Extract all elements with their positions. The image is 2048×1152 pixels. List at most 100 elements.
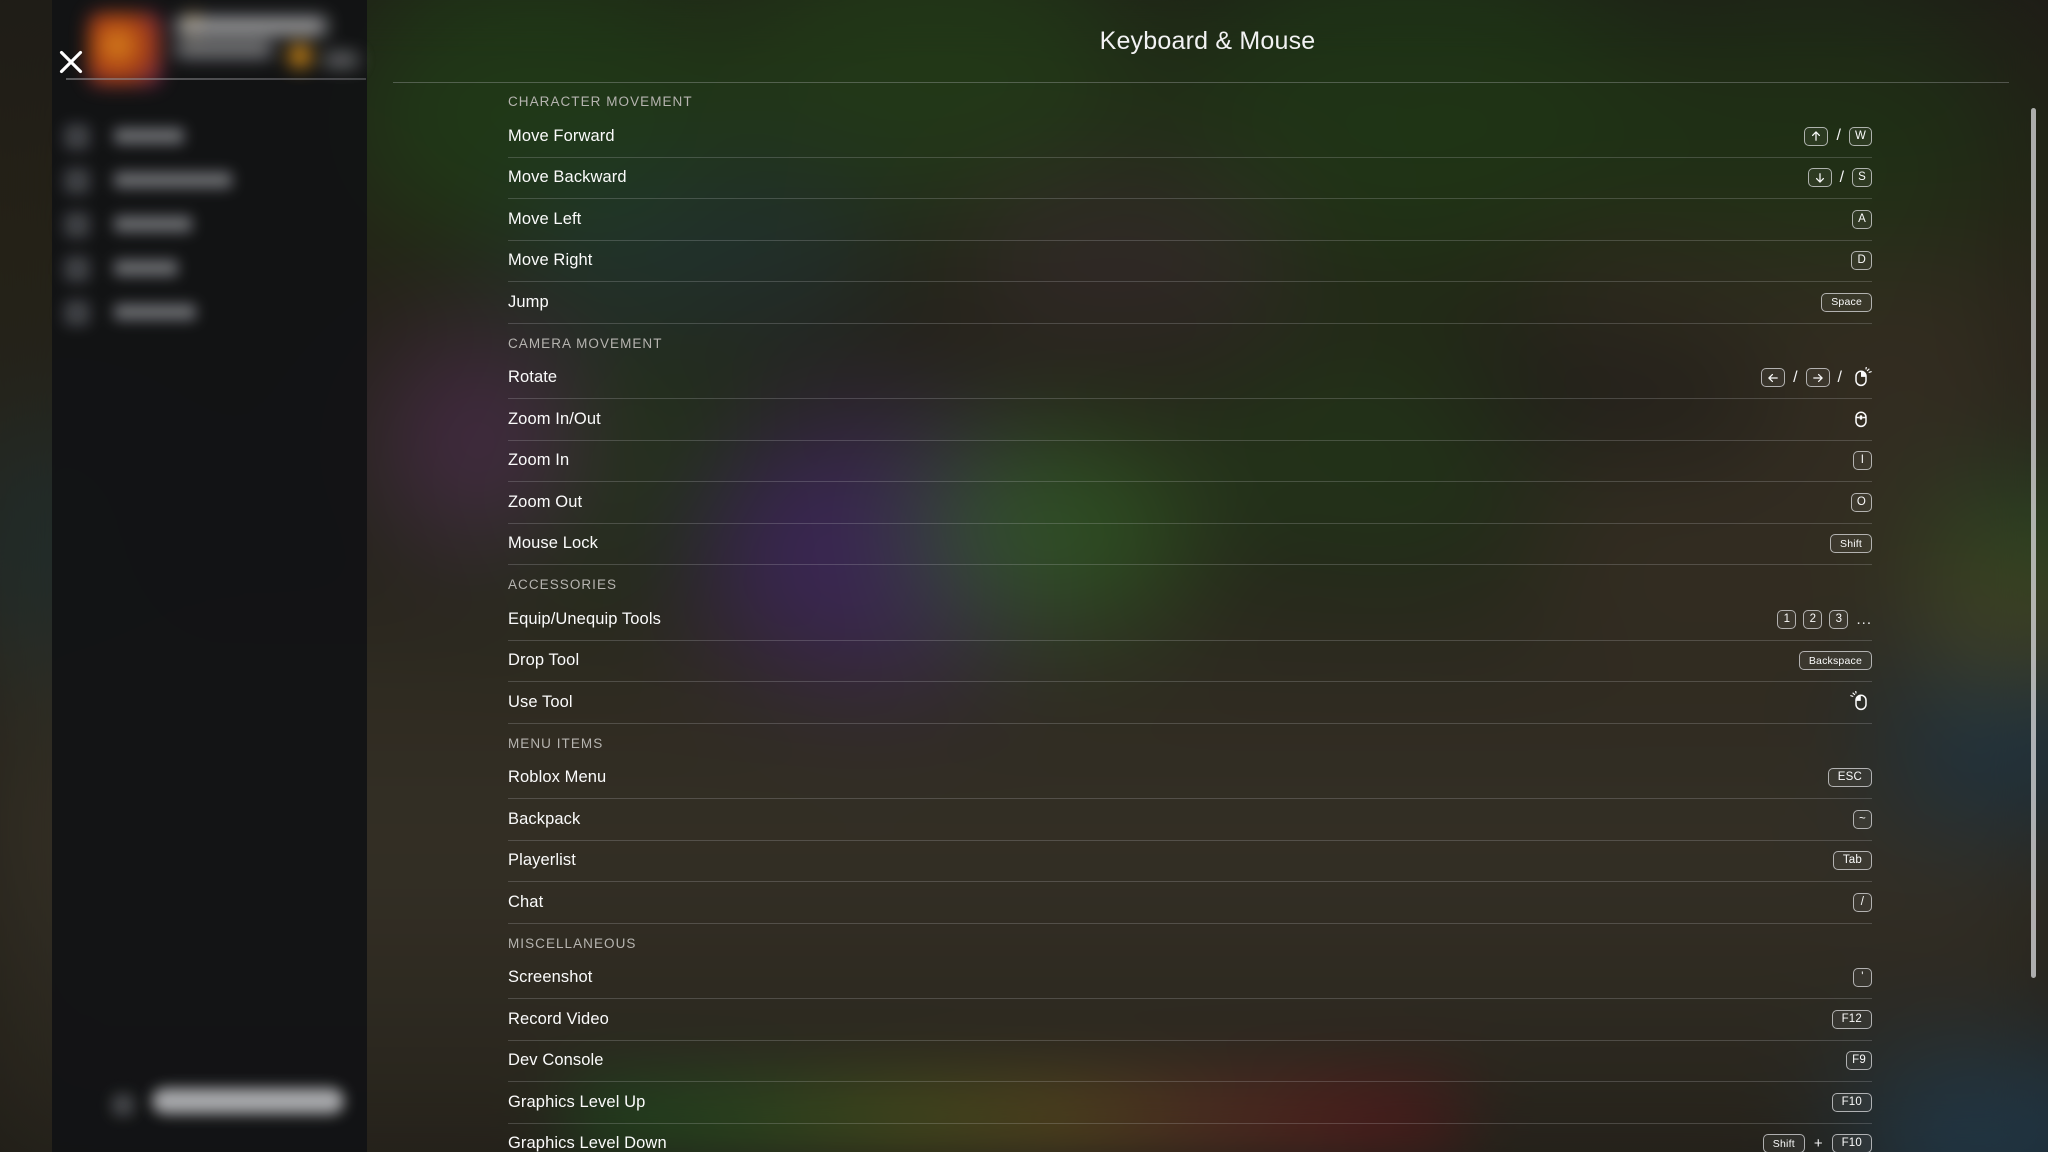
- keybind-keys: ESC: [1827, 758, 1872, 799]
- keybind-label: Drop Tool: [508, 651, 580, 670]
- keybind-row[interactable]: Chat /: [508, 882, 1872, 924]
- keybind-label: Zoom In: [508, 451, 570, 470]
- keybind-row[interactable]: Roblox Menu ESC: [508, 758, 1872, 799]
- sidebar-item-3[interactable]: [52, 203, 367, 247]
- key-badge: D: [1851, 251, 1872, 271]
- key-badge: /: [1853, 892, 1872, 912]
- sidebar-divider: [66, 78, 366, 80]
- keybind-keys: Shift + F10: [1762, 1124, 1872, 1152]
- keybind-row[interactable]: Use Tool: [508, 682, 1872, 724]
- section-heading: CHARACTER MOVEMENT: [508, 94, 693, 109]
- keybind-row[interactable]: Dev Console F9: [508, 1041, 1872, 1082]
- keybind-row[interactable]: Zoom In I: [508, 441, 1872, 482]
- mouse-scroll-wheel-icon: [1850, 408, 1872, 430]
- keybind-keys: Tab: [1832, 841, 1872, 882]
- key-badge: S: [1852, 168, 1872, 188]
- sidebar-item-5[interactable]: [52, 291, 367, 335]
- scrollbar-track[interactable]: [2031, 88, 2036, 1142]
- keybind-keys: D: [1851, 241, 1872, 282]
- key-badge: O: [1850, 492, 1872, 512]
- keybind-row[interactable]: Move Right D: [508, 241, 1872, 282]
- key-badge: Shift: [1762, 1134, 1805, 1152]
- game-info-card[interactable]: [52, 0, 367, 100]
- section-heading: CAMERA MOVEMENT: [508, 335, 663, 351]
- key-badge: W: [1848, 126, 1872, 146]
- keybind-keys: Space: [1821, 282, 1872, 323]
- keybind-label: Graphics Level Down: [508, 1134, 667, 1152]
- game-thumbnail: [88, 12, 162, 86]
- keyboard-mouse-panel: Keyboard & Mouse CHARACTER MOVEMENT Move …: [367, 0, 2048, 1152]
- keybind-row[interactable]: Drop Tool Backspace: [508, 641, 1872, 682]
- keybind-label: Chat: [508, 892, 544, 911]
- sidebar-item-2[interactable]: [52, 159, 367, 203]
- keybind-keys: / S: [1807, 158, 1872, 199]
- key-badge-arrow-right: [1805, 368, 1830, 388]
- keybind-label: Jump: [508, 292, 549, 311]
- section-heading: ACCESSORIES: [508, 577, 618, 592]
- key-badge-arrow-left: [1761, 368, 1786, 388]
- sidebar-footer-icon: [112, 1094, 134, 1116]
- game-currency-icon: [288, 44, 312, 68]
- keybind-row[interactable]: Move Forward / W: [508, 116, 1872, 158]
- keybind-keys: [1850, 682, 1872, 723]
- sidebar: [52, 0, 367, 1152]
- key-badge: 3: [1829, 609, 1849, 629]
- key-badge: 2: [1803, 609, 1823, 629]
- keybind-row[interactable]: Zoom Out O: [508, 482, 1872, 524]
- sidebar-item-4[interactable]: [52, 247, 367, 291]
- keybind-row[interactable]: Jump Space: [508, 282, 1872, 324]
- keybind-row[interactable]: Equip/Unequip Tools 1 2 3...: [508, 599, 1872, 641]
- sidebar-item-1-icon: [64, 124, 90, 150]
- keybind-keys: ': [1853, 958, 1872, 999]
- key-badge-arrow-up: [1804, 126, 1829, 146]
- keybind-row[interactable]: Rotate / /: [508, 358, 1872, 399]
- game-stat-text: [324, 54, 358, 66]
- keybind-label: Backpack: [508, 809, 581, 828]
- key-badge: Tab: [1832, 851, 1872, 871]
- keybind-label: Screenshot: [508, 968, 593, 987]
- keybind-row[interactable]: Graphics Level Up F10: [508, 1082, 1872, 1124]
- keybind-row[interactable]: Graphics Level Down Shift + F10: [508, 1124, 1872, 1152]
- scrollbar-thumb[interactable]: [2031, 108, 2036, 978]
- keybind-keys: Shift: [1829, 524, 1872, 565]
- keybind-keys: F9: [1846, 1041, 1872, 1082]
- key-badge: A: [1852, 209, 1872, 229]
- sidebar-item-1-label: [114, 128, 184, 144]
- keybind-row[interactable]: Move Backward / S: [508, 158, 1872, 199]
- key-badge: F12: [1831, 1009, 1872, 1029]
- keybind-keys: / W: [1804, 116, 1872, 157]
- key-separator: /: [1837, 368, 1842, 386]
- sidebar-item-1[interactable]: [52, 115, 367, 159]
- close-icon[interactable]: [58, 49, 84, 75]
- keybind-label: Move Right: [508, 251, 593, 270]
- key-badge: 1: [1777, 609, 1797, 629]
- keybind-row[interactable]: Backpack ~: [508, 799, 1872, 841]
- keybind-label: Playerlist: [508, 851, 576, 870]
- key-badge: ': [1853, 968, 1872, 988]
- keybind-row[interactable]: Zoom In/Out: [508, 399, 1872, 441]
- keybind-keys: /: [1853, 882, 1872, 923]
- keybind-keys: / /: [1761, 358, 1872, 399]
- keybind-keys: I: [1853, 441, 1872, 482]
- keybind-keys: O: [1850, 482, 1872, 523]
- keybind-keys: ~: [1853, 799, 1872, 840]
- keybind-label: Move Left: [508, 209, 582, 228]
- sidebar-item-3-label: [114, 216, 192, 232]
- keybind-row[interactable]: Record Video F12: [508, 999, 1872, 1041]
- key-badge: I: [1853, 451, 1872, 471]
- key-separator: /: [1839, 168, 1845, 186]
- key-badge: Space: [1821, 292, 1872, 312]
- key-badge: ESC: [1827, 768, 1872, 788]
- key-badge: F10: [1831, 1134, 1872, 1152]
- key-badge: F10: [1831, 1092, 1872, 1112]
- keybind-label: Zoom Out: [508, 492, 583, 511]
- keybind-row[interactable]: Screenshot ': [508, 958, 1872, 999]
- key-badge: ~: [1853, 809, 1872, 829]
- keybind-row[interactable]: Mouse Lock Shift: [508, 524, 1872, 565]
- keybind-row[interactable]: Move Left A: [508, 199, 1872, 241]
- keybind-keys: 1 2 3...: [1777, 599, 1872, 640]
- keybind-row[interactable]: Playerlist Tab: [508, 841, 1872, 882]
- sidebar-footer-button[interactable]: [152, 1088, 344, 1114]
- sidebar-item-2-icon: [64, 168, 90, 194]
- key-separator: /: [1836, 127, 1841, 145]
